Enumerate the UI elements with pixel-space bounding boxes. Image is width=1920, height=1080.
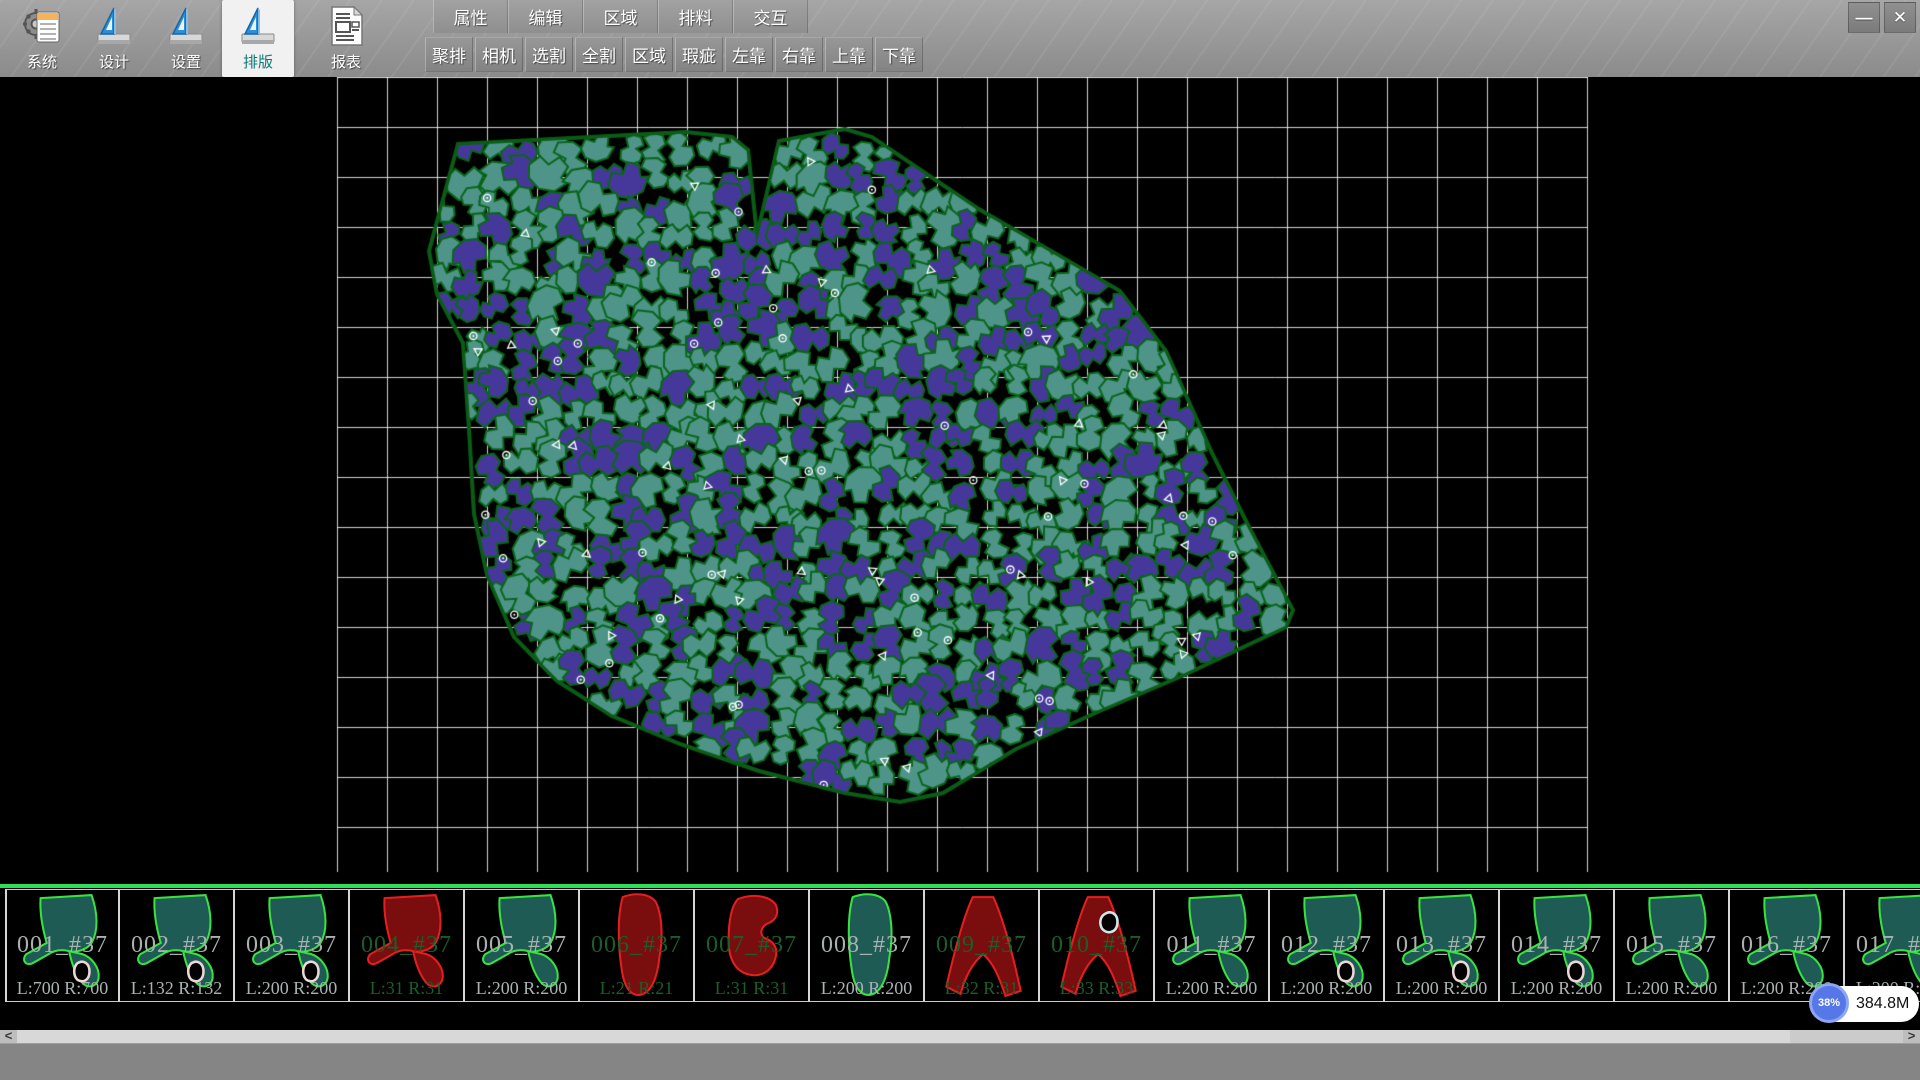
memory-percent-circle: 38%	[1809, 983, 1849, 1023]
main-button-label: 报表	[331, 51, 361, 72]
memory-value: 384.8M	[1856, 995, 1909, 1013]
tool-button-全割[interactable]: 全割	[575, 37, 623, 72]
piece-thumbnail-icon	[15, 892, 111, 1000]
main-button-group: 系统 设计 设置 排版 报表	[6, 0, 382, 77]
tool-button-右靠[interactable]: 右靠	[775, 37, 823, 72]
main-button-系统[interactable]: 系统	[6, 0, 78, 77]
thumbnail-cell-004_#37[interactable]: 004_#37 L:31 R:31	[350, 889, 465, 1002]
piece-hole	[303, 962, 318, 981]
piece-thumbnail-icon	[1624, 892, 1720, 1000]
thumbnail-cells: 001_#37 L:700 R:700 002_#37 L:132 R:132 …	[5, 889, 1920, 1002]
piece-thumbnail-icon	[589, 892, 685, 1000]
thumbnail-cell-006_#37[interactable]: 006_#37 L:21 R:21	[580, 889, 695, 1002]
piece-thumbnail-icon	[819, 892, 915, 1000]
piece-thumbnail-icon	[1394, 892, 1490, 1000]
design-ruler-icon	[91, 3, 137, 49]
tool-button-row: 聚排相机选割全割区域瑕疵左靠右靠上靠下靠	[425, 37, 923, 73]
tool-button-瑕疵[interactable]: 瑕疵	[675, 37, 723, 72]
tool-button-上靠[interactable]: 上靠	[825, 37, 873, 72]
menu-tab-row: 属性编辑区域排料交互	[433, 0, 808, 34]
thumbnail-cell-014_#37[interactable]: 014_#37 L:200 R:200	[1500, 889, 1615, 1002]
tool-button-聚排[interactable]: 聚排	[425, 37, 473, 72]
strip-accent-line	[0, 884, 1920, 888]
main-button-设置[interactable]: 设置	[150, 0, 222, 77]
piece-thumbnail-icon	[244, 892, 340, 1000]
thumbnail-cell-015_#37[interactable]: 015_#37 L:200 R:200	[1615, 889, 1730, 1002]
scroll-right-button[interactable]: >	[1903, 1030, 1920, 1043]
tool-button-选割[interactable]: 选割	[525, 37, 573, 72]
nesting-ruler-icon	[235, 3, 281, 49]
piece-thumbnail-icon	[1509, 892, 1605, 1000]
tool-button-区域[interactable]: 区域	[625, 37, 673, 72]
piece-hole	[188, 962, 203, 981]
thumbnail-cell-008_#37[interactable]: 008_#37 L:200 R:200	[810, 889, 925, 1002]
scrollbar-thumb[interactable]	[17, 1030, 1790, 1043]
menu-tab-区域[interactable]: 区域	[583, 0, 658, 33]
thumbnail-cell-003_#37[interactable]: 003_#37 L:200 R:200	[235, 889, 350, 1002]
piece-hole	[1568, 962, 1583, 981]
piece-thumbnail-icon	[704, 892, 800, 1000]
main-button-排版[interactable]: 排版	[222, 0, 294, 77]
thumbnail-cell-002_#37[interactable]: 002_#37 L:132 R:132	[120, 889, 235, 1002]
tool-button-左靠[interactable]: 左靠	[725, 37, 773, 72]
piece-thumbnail-icon	[1164, 892, 1260, 1000]
main-button-label: 设置	[171, 51, 201, 72]
menu-tab-编辑[interactable]: 编辑	[508, 0, 583, 33]
piece-thumbnail-icon	[1854, 892, 1920, 1000]
settings-ruler-icon	[163, 3, 209, 49]
window-controls: — ✕	[1848, 2, 1916, 33]
thumbnail-cell-005_#37[interactable]: 005_#37 L:200 R:200	[465, 889, 580, 1002]
system-gear-icon	[19, 3, 65, 49]
horizontal-scrollbar[interactable]: < >	[0, 1030, 1920, 1043]
tool-button-下靠[interactable]: 下靠	[875, 37, 923, 72]
menu-tab-排料[interactable]: 排料	[658, 0, 733, 33]
piece-thumbnail-icon	[129, 892, 225, 1000]
piece-thumbnail-icon	[1279, 892, 1375, 1000]
main-button-label: 系统	[27, 51, 57, 72]
tool-button-相机[interactable]: 相机	[475, 37, 523, 72]
close-button[interactable]: ✕	[1884, 2, 1916, 33]
piece-hole	[1453, 962, 1468, 981]
thumbnail-cell-011_#37[interactable]: 011_#37 L:200 R:200	[1155, 889, 1270, 1002]
piece-thumbnail-icon	[359, 892, 455, 1000]
piece-thumbnail-icon	[1049, 892, 1145, 1000]
memory-badge[interactable]: 38% 384.8M	[1812, 986, 1919, 1022]
main-button-报表[interactable]: 报表	[310, 0, 382, 77]
menu-tab-交互[interactable]: 交互	[733, 0, 808, 33]
scroll-left-button[interactable]: <	[0, 1030, 17, 1043]
thumbnail-cell-009_#37[interactable]: 009_#37 L:32 R:31	[925, 889, 1040, 1002]
piece-hole	[74, 962, 89, 981]
piece-hole	[1100, 912, 1117, 932]
thumbnail-strip: 001_#37 L:700 R:700 002_#37 L:132 R:132 …	[0, 884, 1920, 1030]
piece-thumbnail-icon	[474, 892, 570, 1000]
thumbnail-cell-012_#37[interactable]: 012_#37 L:200 R:200	[1270, 889, 1385, 1002]
top-toolbar: 系统 设计 设置 排版 报表 属性编辑	[0, 0, 1920, 77]
main-button-label: 排版	[243, 51, 273, 72]
thumbnail-cell-001_#37[interactable]: 001_#37 L:700 R:700	[5, 889, 120, 1002]
main-button-设计[interactable]: 设计	[78, 0, 150, 77]
main-button-label: 设计	[99, 51, 129, 72]
report-doc-icon	[323, 3, 369, 49]
thumbnail-cell-007_#37[interactable]: 007_#37 L:31 R:31	[695, 889, 810, 1002]
status-bar	[0, 1043, 1920, 1080]
thumbnail-cell-013_#37[interactable]: 013_#37 L:200 R:200	[1385, 889, 1500, 1002]
piece-thumbnail-icon	[934, 892, 1030, 1000]
menu-tab-属性[interactable]: 属性	[433, 0, 508, 33]
thumbnail-cell-010_#37[interactable]: 010_#37 L:33 R:33	[1040, 889, 1155, 1002]
piece-hole	[1338, 962, 1353, 981]
minimize-button[interactable]: —	[1848, 2, 1880, 33]
nesting-canvas[interactable]	[0, 77, 1920, 884]
